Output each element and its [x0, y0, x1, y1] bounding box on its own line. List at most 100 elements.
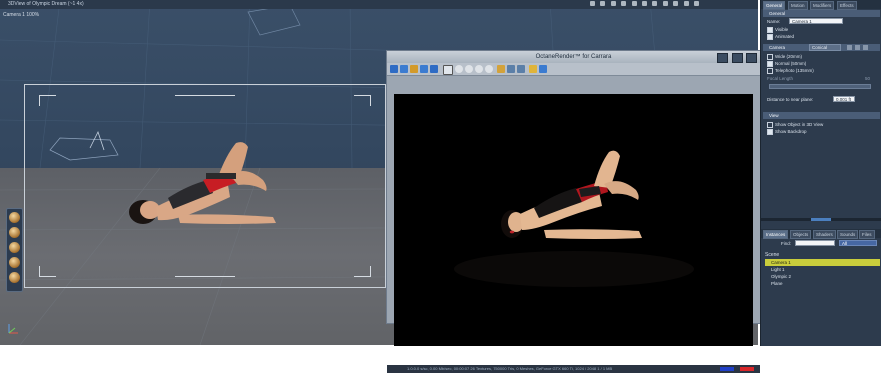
frame-corner-bl — [39, 266, 56, 277]
scale-tool-icon[interactable] — [610, 1, 616, 6]
properties-panel: General Motion Modifiers Effects General… — [760, 0, 881, 346]
find-label: Find: — [781, 241, 792, 246]
tab-objects[interactable]: Objects — [790, 230, 812, 239]
telephoto-radio[interactable] — [767, 68, 773, 74]
camera-type-select[interactable]: Conical — [809, 44, 841, 51]
name-field[interactable]: Camera 1 — [789, 18, 843, 24]
light-tool-icon[interactable] — [631, 1, 637, 6]
tab-motion[interactable]: Motion — [788, 1, 808, 10]
send-scene-icon[interactable] — [390, 65, 398, 73]
visible-checkbox[interactable] — [767, 27, 773, 33]
render-icon[interactable] — [400, 65, 408, 73]
wide-label: Wide (20mm) — [775, 54, 803, 60]
properties-tabs: General Motion Modifiers Effects — [761, 0, 881, 10]
pick-material-icon[interactable] — [517, 65, 525, 73]
wide-option[interactable]: Wide (20mm) — [767, 54, 802, 60]
show-object-row[interactable]: Show Object in 3D View — [767, 122, 823, 128]
orbit-icon[interactable] — [9, 227, 20, 238]
pan-tool-icon[interactable] — [652, 1, 658, 6]
production-frame — [24, 84, 386, 288]
tab-modifiers[interactable]: Modifiers — [810, 1, 835, 10]
find-filter-select[interactable]: All — [839, 240, 877, 246]
view-tool-icon[interactable] — [693, 1, 699, 6]
zoom-in-icon[interactable] — [455, 65, 463, 73]
lock-icon[interactable] — [497, 65, 505, 73]
telephoto-label: Telephoto (135mm) — [775, 68, 814, 74]
refresh-icon[interactable] — [529, 65, 537, 73]
show-backdrop-checkbox[interactable] — [767, 129, 773, 135]
dolly-icon[interactable] — [9, 212, 20, 223]
distance-field[interactable]: 0.001 ft — [833, 96, 855, 102]
scene-item[interactable]: Olympic 2 — [765, 273, 880, 280]
track-icon[interactable] — [9, 242, 20, 253]
focal-length-slider[interactable] — [769, 84, 871, 89]
zoom-tool-icon[interactable] — [641, 1, 647, 6]
camera-option-icon[interactable] — [847, 45, 852, 50]
pick-focus-icon[interactable] — [507, 65, 515, 73]
camera-nav-toolbar — [6, 208, 23, 292]
gpu-usage-bar — [720, 367, 734, 371]
octane-titlebar[interactable]: OctaneRender™ for Carrara — [387, 51, 760, 63]
find-input[interactable] — [795, 240, 835, 246]
viewport-titlebar: 3DView of Olympic Dream (~1 4x) — [0, 0, 758, 9]
settings-icon[interactable] — [420, 65, 428, 73]
fit-icon[interactable] — [9, 272, 20, 283]
normal-radio[interactable] — [767, 61, 773, 67]
camera-label: Camera 1 100% — [3, 12, 40, 18]
zoom-fit-icon[interactable] — [475, 65, 483, 73]
camera-lock-icon[interactable] — [855, 45, 860, 50]
close-icon[interactable] — [746, 53, 757, 63]
animated-checkbox[interactable] — [767, 34, 773, 40]
frame-icon[interactable] — [443, 65, 453, 75]
frame-corner-tl — [39, 95, 56, 106]
name-label: Name: — [767, 19, 781, 24]
save-image-icon[interactable] — [410, 65, 418, 73]
instances-tabs: Instances Objects Shaders Sounds Files — [761, 229, 881, 239]
rendered-figure — [454, 150, 694, 287]
scene-item[interactable]: Camera 1 — [765, 259, 880, 266]
maximize-icon[interactable] — [731, 53, 743, 63]
tab-general[interactable]: General — [763, 1, 786, 10]
camera-tool-icon[interactable] — [621, 1, 627, 6]
zoom-reset-icon[interactable] — [485, 65, 493, 73]
tab-effects[interactable]: Effects — [837, 1, 857, 10]
rotate-tool-icon[interactable] — [600, 1, 606, 6]
view-section-header[interactable]: View — [763, 112, 880, 119]
minimize-icon[interactable] — [717, 53, 729, 63]
zoom-out-icon[interactable] — [465, 65, 473, 73]
octane-render-window[interactable]: OctaneRender™ for Carrara 1.0.0.0 s/sc, … — [386, 50, 761, 373]
grid-tool-icon[interactable] — [683, 1, 689, 6]
normal-option[interactable]: Normal (50mm) — [767, 61, 806, 67]
general-section-header[interactable]: General — [763, 10, 880, 17]
help-icon[interactable] — [539, 65, 547, 73]
octane-title-text: OctaneRender™ for Carrara — [535, 54, 612, 60]
splitter-handle[interactable] — [811, 218, 831, 221]
show-object-checkbox[interactable] — [767, 122, 773, 128]
telephoto-option[interactable]: Telephoto (135mm) — [767, 68, 814, 74]
normal-label: Normal (50mm) — [775, 61, 807, 67]
scene-item[interactable]: Plane — [765, 280, 880, 287]
settings-tool-icon[interactable] — [673, 1, 679, 6]
wide-radio[interactable] — [767, 54, 773, 60]
frame-top-mark — [175, 95, 235, 96]
frame-corner-br — [354, 266, 371, 277]
visible-label: Visible — [775, 27, 789, 33]
viewport-title: 3DView of Olympic Dream (~1 4x) — [8, 1, 84, 7]
render-image — [394, 94, 753, 346]
move-tool-icon[interactable] — [590, 1, 595, 6]
region-icon[interactable] — [430, 65, 438, 73]
camera-help-icon[interactable] — [863, 45, 868, 50]
scene-item[interactable]: Light 1 — [765, 266, 880, 273]
tab-shaders[interactable]: Shaders — [813, 230, 836, 239]
zoom-icon[interactable] — [9, 257, 20, 268]
tab-files[interactable]: Files — [859, 230, 875, 239]
show-backdrop-label: Show Backdrop — [775, 129, 807, 135]
tab-sounds[interactable]: Sounds — [837, 230, 859, 239]
tab-instances[interactable]: Instances — [763, 230, 789, 239]
render-tool-icon[interactable] — [662, 1, 668, 6]
focal-length-label: Focal Length — [767, 76, 794, 81]
visible-checkbox-row[interactable]: Visible — [767, 27, 788, 33]
animated-checkbox-row[interactable]: Animated — [767, 34, 794, 40]
axis-gizmo-icon — [8, 324, 18, 334]
show-backdrop-row[interactable]: Show Backdrop — [767, 129, 807, 135]
